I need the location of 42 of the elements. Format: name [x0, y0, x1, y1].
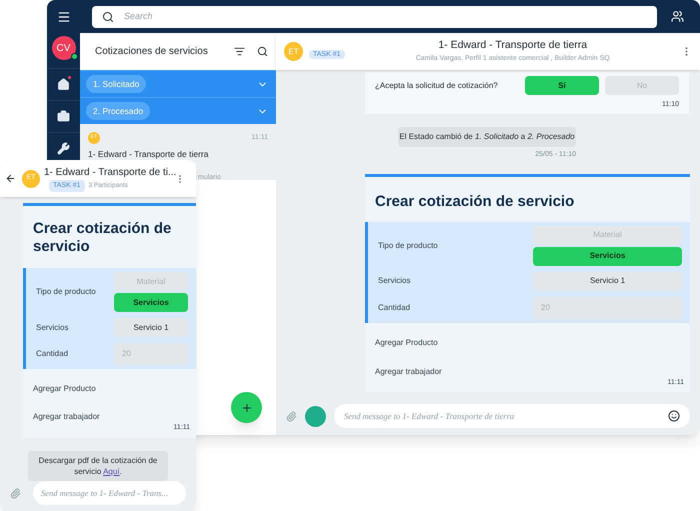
option-button[interactable]: Servicios — [114, 293, 188, 312]
download-message: Descargar pdf de la cotización de servicio Aquí. — [28, 450, 168, 480]
action-link[interactable]: Agregar trabajador — [33, 411, 100, 423]
field-label: Cantidad — [35, 348, 70, 360]
question-text: ¿Acepta la solicitud de cotización? — [375, 80, 499, 92]
group-chip: 1. Solicitado — [86, 74, 146, 94]
option-button[interactable]: Servicios — [533, 246, 682, 266]
answer-button[interactable]: Sí — [525, 76, 599, 95]
status-message: El Estado cambió de 1. Solicitado a 2. Procesado — [398, 126, 576, 146]
people-icon[interactable] — [671, 10, 684, 23]
chat-title: 1- Edward - Transporte de ti... — [44, 166, 175, 180]
group-chip: 2. Procesado — [86, 102, 150, 120]
emoji-icon[interactable] — [668, 410, 680, 422]
form-title: Crear cotización de servicio — [374, 192, 576, 212]
field-label: Servicios — [377, 275, 412, 287]
panel-title: Cotizaciones de servicios — [95, 45, 209, 59]
select-field[interactable]: Servicio 1 — [533, 272, 682, 290]
back-icon[interactable] — [5, 173, 16, 184]
field-label: Servicios — [35, 322, 70, 334]
user-avatar[interactable]: CV — [52, 36, 76, 60]
wrench-icon — [57, 142, 70, 155]
field-label: Cantidad — [377, 302, 412, 314]
action-link[interactable]: Agregar Producto — [33, 383, 96, 395]
action-link[interactable]: Agregar Producto — [375, 336, 438, 348]
field-label: Tipo de producto — [377, 240, 439, 252]
download-link[interactable]: Aquí — [103, 466, 120, 476]
field-label: Tipo de producto — [35, 286, 97, 298]
select-field[interactable]: Servicio 1 — [114, 318, 188, 337]
briefcase-icon — [57, 110, 70, 123]
home-icon — [57, 78, 70, 91]
action-link[interactable]: Agregar trabajador — [375, 366, 442, 378]
item-title: 1- Edward - Transporte de tierra — [88, 148, 210, 161]
message-field[interactable]: Send message to 1- Edward - Transporte de tierra — [334, 404, 690, 428]
menu-icon[interactable] — [56, 10, 70, 24]
plus-icon — [240, 402, 252, 414]
filter-icon[interactable] — [234, 46, 245, 57]
search-icon[interactable] — [257, 46, 268, 57]
chat-title: 1- Edward - Transporte de tierra — [438, 38, 588, 54]
avatar: ET — [284, 42, 303, 61]
search-icon — [102, 10, 114, 22]
form-title: Crear cotización de servicio — [32, 219, 172, 257]
message-field[interactable]: Send message to 1- Edward - Trans... — [33, 481, 186, 505]
